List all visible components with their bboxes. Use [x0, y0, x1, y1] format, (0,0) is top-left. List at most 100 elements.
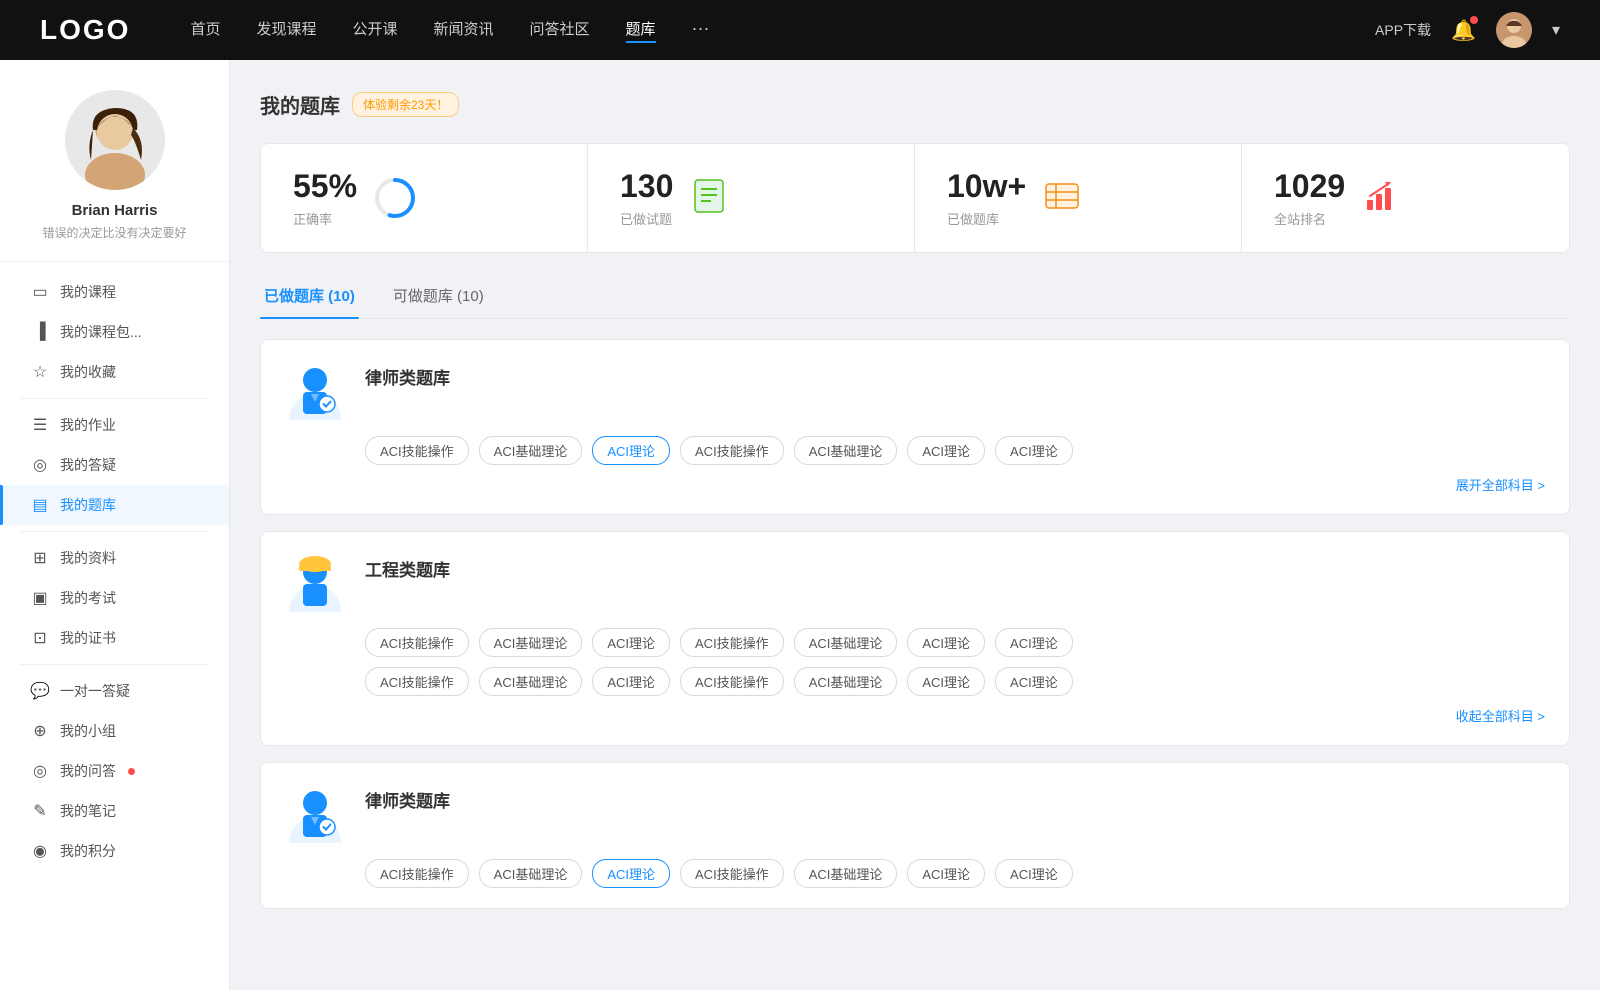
tag-1-5[interactable]: ACI基础理论: [794, 436, 898, 465]
logo: LOGO: [40, 14, 130, 46]
menu-divider-1: [20, 398, 209, 399]
menu-label-groups: 我的小组: [60, 721, 116, 741]
materials-icon: ⊞: [30, 548, 50, 568]
menu-label-materials: 我的资料: [60, 548, 116, 568]
menu-divider-3: [20, 664, 209, 665]
menu-label-one-on-one: 一对一答疑: [60, 681, 130, 701]
menu-item-notes[interactable]: ✎ 我的笔记: [0, 791, 229, 831]
menu-item-certificates[interactable]: ⊡ 我的证书: [0, 618, 229, 658]
tab-done-banks[interactable]: 已做题库 (10): [260, 277, 359, 318]
stat-questions-icon: [689, 176, 733, 220]
tag-3-4[interactable]: ACI技能操作: [680, 859, 784, 888]
expand-lawyer-1[interactable]: 展开全部科目 >: [285, 475, 1545, 494]
profile-name: Brian Harris: [20, 202, 209, 219]
nav-bell[interactable]: 🔔: [1451, 18, 1476, 43]
tag-1-6[interactable]: ACI理论: [907, 436, 985, 465]
tag-1-4[interactable]: ACI技能操作: [680, 436, 784, 465]
tag-1-2[interactable]: ACI基础理论: [479, 436, 583, 465]
tag-2-10[interactable]: ACI理论: [592, 667, 670, 696]
nav-app-download[interactable]: APP下载: [1375, 20, 1431, 40]
tag-3-6[interactable]: ACI理论: [907, 859, 985, 888]
tag-2-9[interactable]: ACI基础理论: [479, 667, 583, 696]
menu-item-courses[interactable]: ▭ 我的课程: [0, 272, 229, 312]
menu-label-course-package: 我的课程包...: [60, 322, 142, 342]
tag-2-14[interactable]: ACI理论: [995, 667, 1073, 696]
avatar: [65, 90, 165, 190]
engineer-icon: [285, 552, 345, 612]
tag-1-3[interactable]: ACI理论: [592, 436, 670, 465]
menu-item-materials[interactable]: ⊞ 我的资料: [0, 538, 229, 578]
tag-3-7[interactable]: ACI理论: [995, 859, 1073, 888]
tag-2-12[interactable]: ACI基础理论: [794, 667, 898, 696]
menu-label-points: 我的积分: [60, 841, 116, 861]
tag-2-6[interactable]: ACI理论: [907, 628, 985, 657]
menu-item-qa[interactable]: ◎ 我的问答: [0, 751, 229, 791]
stat-correct-rate-info: 55% 正确率: [293, 168, 357, 228]
tag-3-2[interactable]: ACI基础理论: [479, 859, 583, 888]
tag-3-5[interactable]: ACI基础理论: [794, 859, 898, 888]
stat-questions-info: 130 已做试题: [620, 168, 673, 228]
navbar: LOGO 首页 发现课程 公开课 新闻资讯 问答社区 题库 ··· APP下载 …: [0, 0, 1600, 60]
tag-2-4[interactable]: ACI技能操作: [680, 628, 784, 657]
menu-label-exams: 我的考试: [60, 588, 116, 608]
nav-more[interactable]: ···: [692, 18, 710, 43]
menu-item-points[interactable]: ◉ 我的积分: [0, 831, 229, 871]
tag-2-13[interactable]: ACI理论: [907, 667, 985, 696]
nav-news[interactable]: 新闻资讯: [434, 18, 494, 43]
nav-qbank[interactable]: 题库: [626, 18, 656, 43]
tag-2-1[interactable]: ACI技能操作: [365, 628, 469, 657]
tag-3-3[interactable]: ACI理论: [592, 859, 670, 888]
page-header: 我的题库 体验剩余23天！: [260, 90, 1570, 119]
stat-rank: 1029 全站排名: [1242, 144, 1569, 252]
menu-item-qbank[interactable]: ▤ 我的题库: [0, 485, 229, 525]
tag-2-2[interactable]: ACI基础理论: [479, 628, 583, 657]
nav-chevron-icon[interactable]: ▾: [1552, 20, 1560, 40]
stat-correct-rate-label: 正确率: [293, 209, 357, 228]
course-package-icon: ▐: [30, 323, 50, 341]
stat-banks-done: 10w+ 已做题库: [915, 144, 1242, 252]
menu-item-homework[interactable]: ☰ 我的作业: [0, 405, 229, 445]
stat-banks-info: 10w+ 已做题库: [947, 168, 1026, 228]
collapse-engineer[interactable]: 收起全部科目 >: [285, 706, 1545, 725]
main-content: 我的题库 体验剩余23天！ 55% 正确率: [230, 60, 1600, 990]
nav-open-course[interactable]: 公开课: [352, 18, 397, 43]
nav-discover[interactable]: 发现课程: [256, 18, 316, 43]
lawyer-icon-1: [285, 360, 345, 420]
tab-available-banks[interactable]: 可做题库 (10): [389, 277, 488, 318]
menu-label-favorites: 我的收藏: [60, 362, 116, 382]
stat-questions-value: 130: [620, 168, 673, 205]
stat-rank-label: 全站排名: [1274, 209, 1345, 228]
tag-2-11[interactable]: ACI技能操作: [680, 667, 784, 696]
menu-item-exams[interactable]: ▣ 我的考试: [0, 578, 229, 618]
menu-label-homework: 我的作业: [60, 415, 116, 435]
tag-3-1[interactable]: ACI技能操作: [365, 859, 469, 888]
qbank-icon: ▤: [30, 495, 50, 515]
tag-2-3[interactable]: ACI理论: [592, 628, 670, 657]
tag-1-1[interactable]: ACI技能操作: [365, 436, 469, 465]
tag-2-5[interactable]: ACI基础理论: [794, 628, 898, 657]
stat-rank-value: 1029: [1274, 168, 1345, 205]
courses-icon: ▭: [30, 282, 50, 302]
trial-badge: 体验剩余23天！: [352, 92, 459, 117]
bell-dot: [1470, 16, 1478, 24]
favorites-icon: ☆: [30, 362, 50, 382]
nav-home[interactable]: 首页: [190, 18, 220, 43]
stats-row: 55% 正确率 130 已做试题: [260, 143, 1570, 253]
tag-1-7[interactable]: ACI理论: [995, 436, 1073, 465]
nav-qa[interactable]: 问答社区: [530, 18, 590, 43]
groups-icon: ⊕: [30, 721, 50, 741]
lawyer-icon-2: [285, 783, 345, 843]
menu-item-course-package[interactable]: ▐ 我的课程包...: [0, 312, 229, 352]
menu-item-questions[interactable]: ◎ 我的答疑: [0, 445, 229, 485]
menu-item-one-on-one[interactable]: 💬 一对一答疑: [0, 671, 229, 711]
sidebar: Brian Harris 错误的决定比没有决定要好 ▭ 我的课程 ▐ 我的课程包…: [0, 60, 230, 990]
tag-2-7[interactable]: ACI理论: [995, 628, 1073, 657]
menu-item-groups[interactable]: ⊕ 我的小组: [0, 711, 229, 751]
stat-correct-rate: 55% 正确率: [261, 144, 588, 252]
nav-avatar[interactable]: [1496, 12, 1532, 48]
menu-label-certificates: 我的证书: [60, 628, 116, 648]
menu-item-favorites[interactable]: ☆ 我的收藏: [0, 352, 229, 392]
stat-questions-done: 130 已做试题: [588, 144, 915, 252]
qbank-engineer-header: 工程类题库: [285, 552, 1545, 612]
tag-2-8[interactable]: ACI技能操作: [365, 667, 469, 696]
